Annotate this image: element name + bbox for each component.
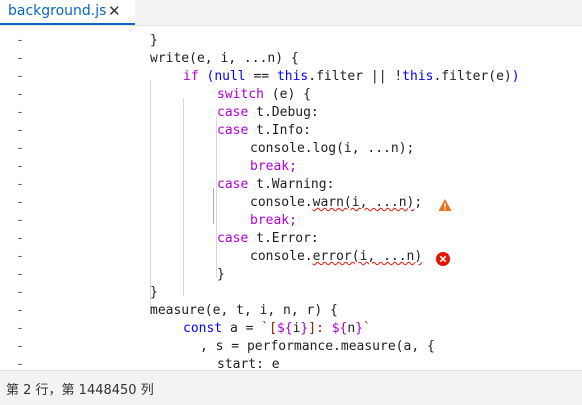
tab-background-js[interactable]: background.js ✕ — [0, 0, 135, 25]
gutter-marker: - — [16, 303, 24, 318]
code-line: - case t.Error: — [0, 230, 582, 248]
tab-label: background.js — [8, 3, 107, 19]
gutter-marker: - — [16, 87, 24, 102]
gutter-marker: - — [16, 177, 24, 192]
gutter-marker: - — [16, 195, 24, 210]
code-line: - console.log(i, ...n); — [0, 140, 582, 158]
gutter-marker: - — [16, 285, 24, 300]
code-text: , s = performance.measure(a, { — [200, 339, 435, 354]
code-text: write(e, i, ...n) { — [150, 51, 299, 66]
code-line: - console.warn(i, ...n); — [0, 194, 582, 212]
code-text: if (null == this.filter || !this.filter(… — [183, 69, 520, 84]
gutter-marker: - — [16, 159, 24, 174]
gutter-marker: - — [16, 267, 24, 282]
gutter-marker: - — [16, 105, 24, 120]
code-text: console.log(i, ...n); — [250, 141, 415, 156]
gutter-marker: - — [16, 339, 24, 354]
code-text: switch (e) { — [217, 87, 311, 102]
code-line: - case t.Warning: — [0, 176, 582, 194]
code-text: } — [150, 285, 158, 300]
code-line: - case t.Info: — [0, 122, 582, 140]
code-text: const a = `[${i}]: ${n}` — [183, 321, 371, 336]
code-line: - , s = performance.measure(a, { — [0, 338, 582, 356]
code-editor[interactable]: - } r, j ) - } - write(e, i, ...n) { - i… — [0, 26, 582, 370]
code-text: start: e — [217, 357, 280, 370]
code-line: - const a = `[${i}]: ${n}` — [0, 320, 582, 338]
code-text: console.warn(i, ...n); — [250, 195, 423, 210]
gutter-marker: - — [16, 213, 24, 228]
code-text: console.error(i, ...n) — [250, 249, 423, 264]
code-line: - } — [0, 266, 582, 284]
tab-bar: background.js ✕ — [0, 0, 582, 26]
error-icon[interactable] — [436, 252, 450, 266]
code-text: case t.Debug: — [217, 105, 319, 120]
gutter-marker: - — [16, 249, 24, 264]
code-line: - write(e, i, ...n) { — [0, 50, 582, 68]
code-line: - switch (e) { — [0, 86, 582, 104]
gutter-marker: - — [16, 141, 24, 156]
gutter-marker: - — [16, 51, 24, 66]
code-line: - case t.Debug: — [0, 104, 582, 122]
warning-icon[interactable] — [438, 198, 452, 212]
code-line: - break; — [0, 158, 582, 176]
close-icon[interactable]: ✕ — [108, 2, 121, 20]
code-line: - measure(e, t, i, n, r) { — [0, 302, 582, 320]
gutter-marker: - — [16, 123, 24, 138]
code-text: case t.Warning: — [217, 177, 335, 192]
code-text: measure(e, t, i, n, r) { — [150, 303, 338, 318]
code-line: - break; — [0, 212, 582, 230]
code-text: break; — [250, 213, 297, 228]
code-text: } — [150, 33, 158, 48]
status-bar: 第 2 行，第 1448450 列 — [0, 370, 582, 405]
code-line: - } — [0, 284, 582, 302]
code-line: - console.error(i, ...n) — [0, 248, 582, 266]
code-text: } — [217, 267, 225, 282]
code-text: case t.Info: — [217, 123, 311, 138]
gutter-marker: - — [16, 33, 24, 48]
gutter-marker: - — [16, 231, 24, 246]
gutter-marker: - — [16, 69, 24, 84]
code-text: case t.Error: — [217, 231, 319, 246]
code-text: break; — [250, 159, 297, 174]
gutter-marker: - — [16, 357, 24, 370]
cursor-position[interactable]: 第 2 行，第 1448450 列 — [6, 379, 154, 398]
gutter-marker: - — [16, 321, 24, 336]
code-line: - } — [0, 32, 582, 50]
code-line: - start: e — [0, 356, 582, 370]
code-line: - if (null == this.filter || !this.filte… — [0, 68, 582, 86]
